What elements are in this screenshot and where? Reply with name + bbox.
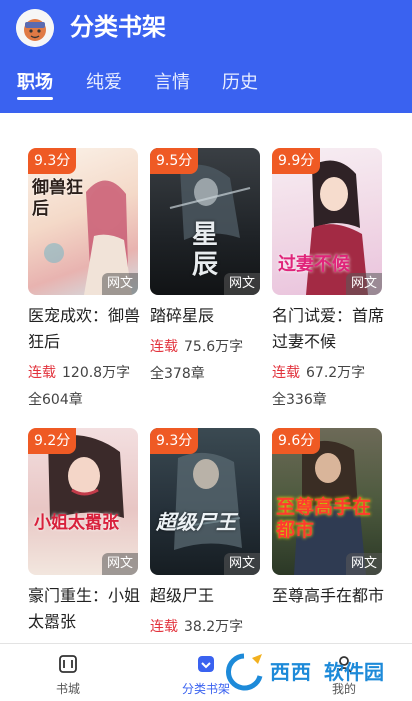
book-cover[interactable]: 过妻不候 9.9分 网文	[272, 148, 382, 295]
book-card[interactable]: 小姐太嚣张 9.2分 网文 豪门重生：小姐太嚣张	[28, 428, 140, 643]
book-stats: 连载 120.8万字	[28, 363, 130, 383]
rating-badge: 9.6分	[272, 428, 321, 454]
book-stats: 连载 75.6万字	[150, 337, 243, 357]
tab-pure-love[interactable]: 纯爱	[86, 68, 122, 98]
source-tag: 网文	[223, 273, 260, 295]
book-card[interactable]: 星辰 9.5分 网文 踏碎星辰 连载 75.6万字 全378章	[150, 148, 262, 413]
category-tabs: 职场 纯爱 言情 历史	[0, 68, 412, 102]
chapter-count: 全604章	[28, 392, 83, 408]
book-card[interactable]: 至尊高手在都市 9.6分 网文 至尊高手在都市	[272, 428, 384, 643]
serial-status: 连载	[150, 619, 178, 635]
watermark-text: 西西	[270, 660, 312, 684]
active-tab-indicator	[17, 97, 53, 100]
serial-status: 连载	[28, 365, 56, 381]
source-tag: 网文	[101, 273, 138, 295]
cover-title: 御兽狂后	[32, 178, 83, 219]
book-card[interactable]: 过妻不候 9.9分 网文 名门试爱：首席过妻不候 连载 67.2万字 全336章	[272, 148, 384, 413]
book-title[interactable]: 名门试爱：首席过妻不候	[272, 303, 384, 355]
book-city-icon	[59, 655, 77, 673]
nav-book-city[interactable]: 书城	[28, 644, 108, 701]
tab-workplace[interactable]: 职场	[17, 68, 53, 98]
watermark-logo-icon	[226, 653, 263, 691]
book-title[interactable]: 踏碎星辰	[150, 303, 262, 329]
rating-badge: 9.9分	[272, 148, 321, 174]
book-cover[interactable]: 至尊高手在都市 9.6分 网文	[272, 428, 382, 575]
chapter-count: 全378章	[150, 366, 205, 382]
source-tag: 网文	[345, 273, 382, 295]
page-title: 分类书架	[70, 13, 166, 41]
bookshelf-icon	[198, 656, 214, 672]
book-title[interactable]: 医宠成欢：御兽狂后	[28, 303, 140, 355]
book-title[interactable]: 豪门重生：小姐太嚣张	[28, 583, 140, 635]
watermark-text-2: 软件园	[324, 660, 384, 684]
serial-status: 连载	[272, 365, 300, 381]
rating-badge: 9.5分	[150, 148, 199, 174]
tab-romance[interactable]: 言情	[154, 68, 190, 98]
book-card[interactable]: 超级尸王 9.3分 网文 超级尸王 连载 38.2万字	[150, 428, 262, 643]
source-tag: 网文	[101, 553, 138, 575]
book-cover[interactable]: 御兽狂后 9.3分 网文	[28, 148, 138, 295]
avatar[interactable]	[16, 9, 54, 47]
book-cover[interactable]: 超级尸王 9.3分 网文	[150, 428, 260, 575]
word-count: 38.2万字	[184, 619, 244, 635]
cover-title: 超级尸王	[156, 510, 236, 534]
book-title[interactable]: 超级尸王	[150, 583, 262, 609]
book-stats: 连载 67.2万字	[272, 363, 365, 383]
rating-badge: 9.2分	[28, 428, 77, 454]
source-tag: 网文	[345, 553, 382, 575]
book-stats: 连载 38.2万字	[150, 617, 243, 637]
book-card[interactable]: 御兽狂后 9.3分 网文 医宠成欢：御兽狂后 连载 120.8万字 全604章	[28, 148, 140, 413]
source-tag: 网文	[223, 553, 260, 575]
word-count: 75.6万字	[184, 339, 244, 355]
tab-history[interactable]: 历史	[222, 68, 258, 98]
book-grid: 御兽狂后 9.3分 网文 医宠成欢：御兽狂后 连载 120.8万字 全604章 星…	[0, 113, 412, 643]
chapter-count: 全336章	[272, 392, 327, 408]
cover-title: 小姐太嚣张	[34, 513, 119, 533]
cover-title: 至尊高手在都市	[276, 496, 372, 541]
cover-title: 星辰	[192, 220, 219, 280]
book-title[interactable]: 至尊高手在都市	[272, 583, 384, 609]
app-header: 分类书架 职场 纯爱 言情 历史	[0, 0, 412, 113]
rating-badge: 9.3分	[28, 148, 77, 174]
serial-status: 连载	[150, 339, 178, 355]
nav-label: 书城	[55, 682, 80, 696]
site-watermark: 西西 软件园	[222, 652, 392, 692]
rating-badge: 9.3分	[150, 428, 199, 454]
book-cover[interactable]: 星辰 9.5分 网文	[150, 148, 260, 295]
book-cover[interactable]: 小姐太嚣张 9.2分 网文	[28, 428, 138, 575]
word-count: 120.8万字	[62, 365, 131, 381]
word-count: 67.2万字	[306, 365, 366, 381]
